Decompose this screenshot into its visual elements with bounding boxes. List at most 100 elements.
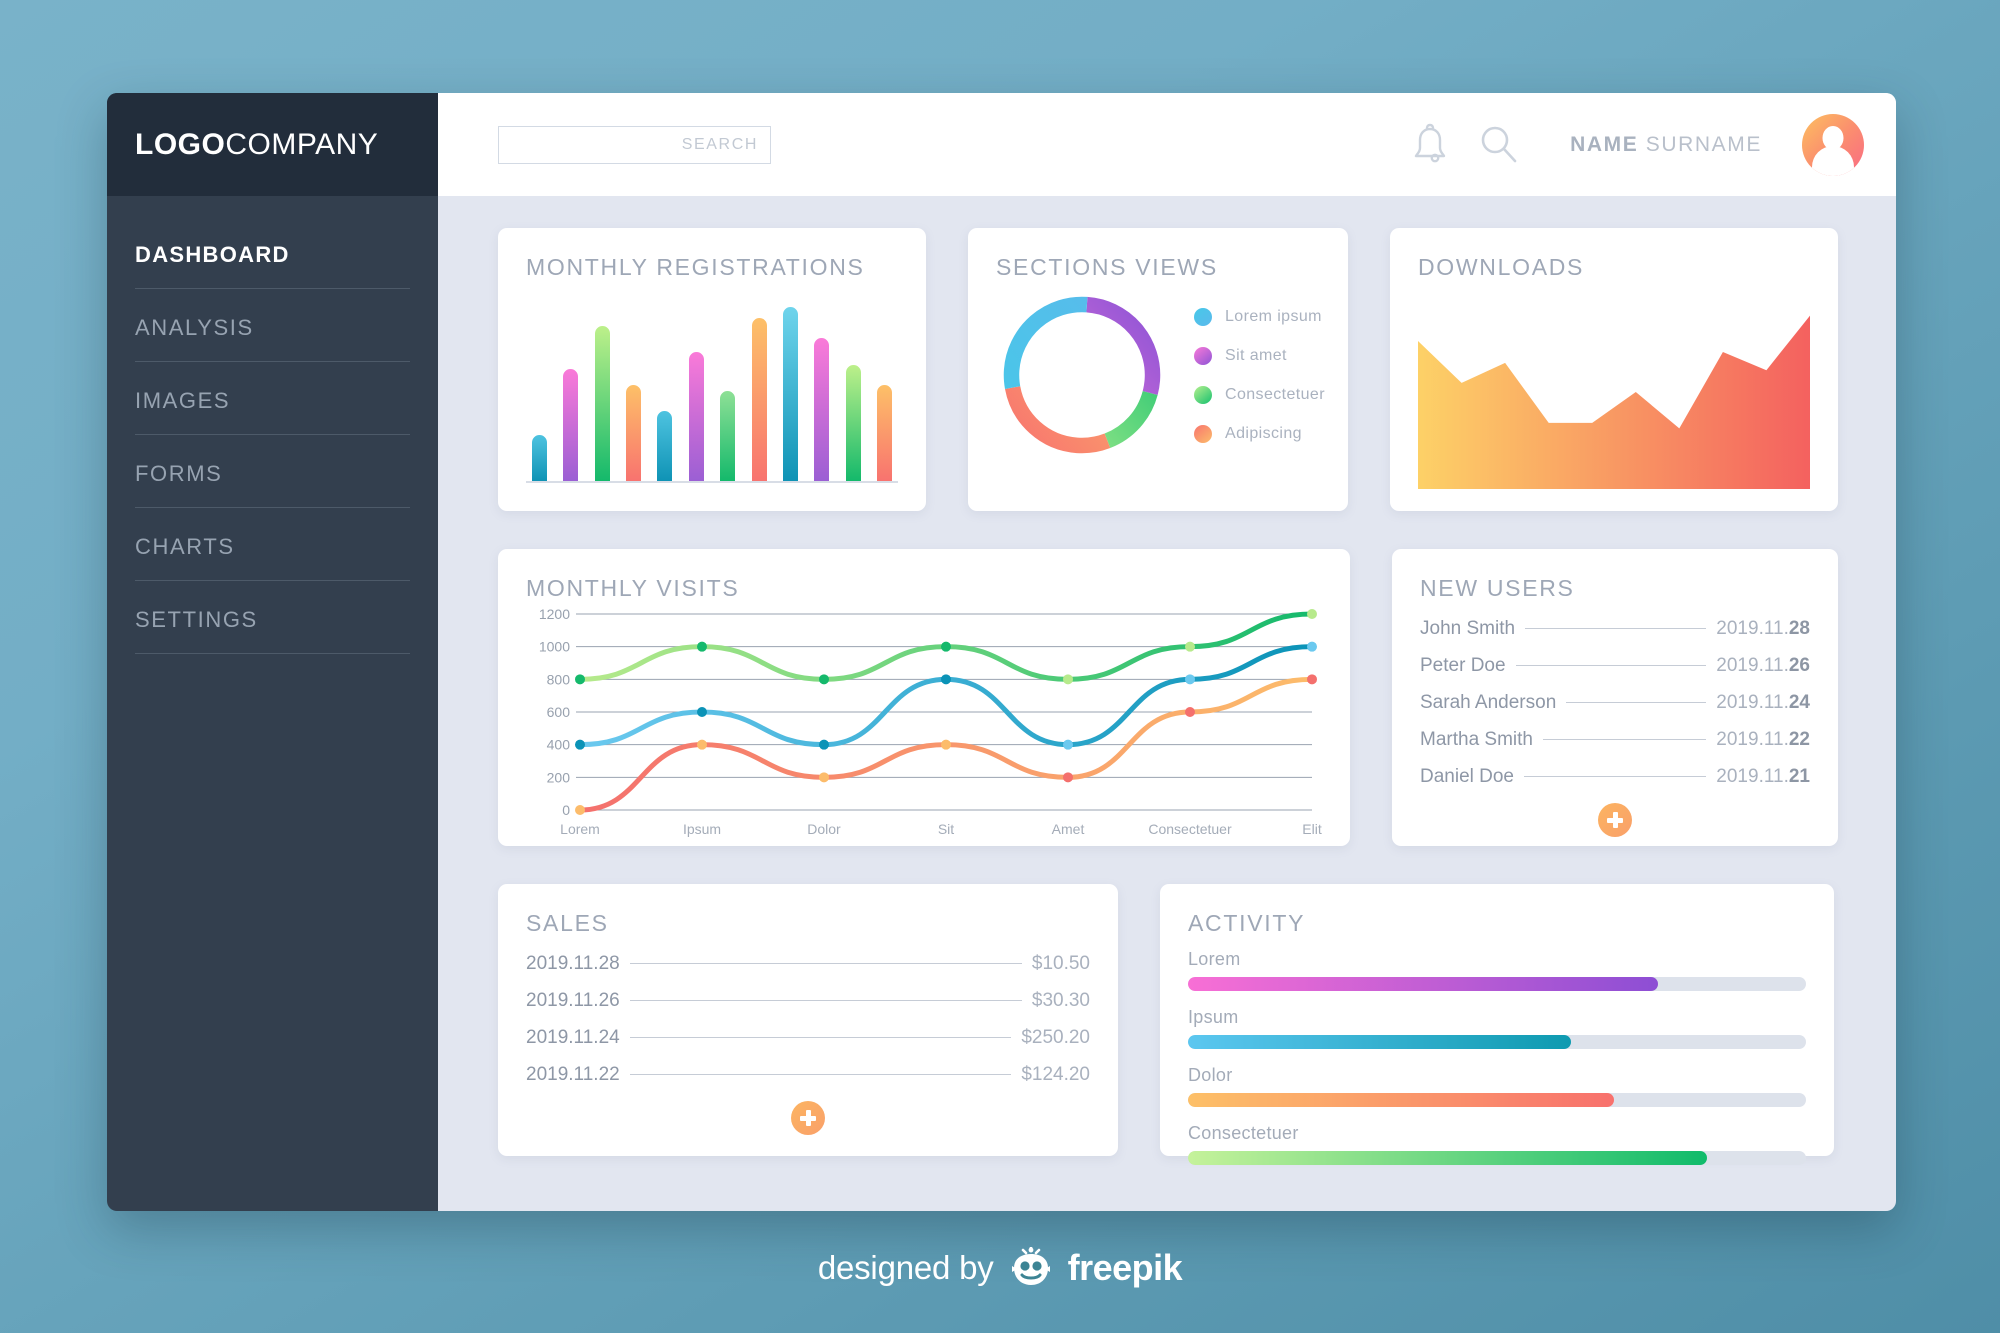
line-chart: 0 200 400 600 800 1000 1200 Lorem Ipsum Dolor Sit A… xyxy=(539,608,1322,837)
avatar-body xyxy=(1812,145,1854,176)
legend-label: Consectetuer xyxy=(1225,385,1325,403)
legend-dot xyxy=(1194,385,1212,404)
list-item[interactable]: Martha Smith 2019.11.22 xyxy=(1420,729,1810,751)
list-item[interactable]: Sarah Anderson 2019.11.24 xyxy=(1420,692,1810,714)
card-monthly-visits: MONTHLY VISITS 0 200 400 600 800 1000 1200 Lore… xyxy=(498,549,1350,846)
activity-item: Ipsum xyxy=(1188,1007,1806,1049)
main-region: NAME SURNAME MONTHLY REGISTRATIONS SECTI… xyxy=(438,93,1896,1211)
search-icon[interactable] xyxy=(1478,123,1520,167)
data-point xyxy=(819,772,829,783)
bar xyxy=(532,434,547,481)
user-date: 2019.11.28 xyxy=(1716,618,1810,639)
data-point xyxy=(697,739,707,750)
card-monthly-registrations: MONTHLY REGISTRATIONS xyxy=(498,228,926,511)
progress-fill xyxy=(1188,1151,1708,1165)
list-item[interactable]: 2019.11.28 $10.50 xyxy=(526,953,1090,975)
bar xyxy=(720,391,736,481)
row-divider xyxy=(1524,776,1707,777)
progress-track xyxy=(1188,1035,1806,1049)
list-item[interactable]: Peter Doe 2019.11.26 xyxy=(1420,655,1810,677)
bar xyxy=(688,352,704,481)
header-actions: NAME SURNAME xyxy=(1410,113,1864,176)
sidebar-item-label: IMAGES xyxy=(135,388,231,413)
sidebar-item-dashboard[interactable]: DASHBOARD xyxy=(135,238,410,289)
user-last-name: SURNAME xyxy=(1645,132,1762,156)
list-item[interactable]: Daniel Doe 2019.11.21 xyxy=(1420,766,1810,788)
data-point xyxy=(697,707,707,717)
row-bottom: SALES 2019.11.28 $10.50 2019.11.26 $30.30 20… xyxy=(498,884,1856,1165)
data-point xyxy=(819,739,829,750)
user-name[interactable]: NAME SURNAME xyxy=(1570,133,1762,157)
freepik-robot-icon xyxy=(1008,1247,1054,1289)
logo-text: LOGOCOMPANY xyxy=(135,128,378,162)
data-point xyxy=(575,674,585,685)
x-axis-tick: Lorem xyxy=(560,821,600,837)
y-axis-tick: 400 xyxy=(547,737,571,753)
bar xyxy=(626,384,642,481)
bar xyxy=(563,369,579,481)
row-top: MONTHLY REGISTRATIONS SECTIONS VIEWS Lor… xyxy=(498,228,1856,511)
y-axis-tick: 1200 xyxy=(539,608,570,622)
bell-icon[interactable] xyxy=(1410,123,1450,167)
progress-track xyxy=(1188,1151,1806,1165)
sale-amount: $250.20 xyxy=(1021,1027,1090,1048)
data-point xyxy=(1307,641,1317,652)
sale-amount: $124.20 xyxy=(1021,1064,1090,1085)
list-item[interactable]: 2019.11.24 $250.20 xyxy=(526,1027,1090,1049)
legend-label: Lorem ipsum xyxy=(1225,307,1322,325)
sidebar-item-analysis[interactable]: ANALYSIS xyxy=(135,315,410,362)
user-date: 2019.11.26 xyxy=(1716,655,1810,676)
user-name-label: Sarah Anderson xyxy=(1420,692,1557,713)
x-axis-tick: Ipsum xyxy=(683,821,721,837)
list-item[interactable]: John Smith 2019.11.28 xyxy=(1420,618,1810,640)
bar xyxy=(845,364,861,481)
data-point xyxy=(941,674,951,685)
app-window: LOGOCOMPANY DASHBOARD ANALYSIS IMAGES FO… xyxy=(107,93,1896,1211)
top-header: NAME SURNAME xyxy=(438,93,1896,196)
row-divider xyxy=(1525,628,1707,629)
sidebar-item-label: FORMS xyxy=(135,461,223,486)
legend-item: Consectetuer xyxy=(1194,385,1325,404)
data-point xyxy=(575,805,585,815)
add-sale-button[interactable] xyxy=(791,1101,825,1135)
avatar[interactable] xyxy=(1802,113,1864,176)
sale-date: 2019.11.22 xyxy=(526,1064,620,1085)
sidebar-item-label: DASHBOARD xyxy=(135,242,290,267)
footer-text: designed by xyxy=(817,1249,994,1286)
line-series xyxy=(577,644,1315,748)
y-axis-tick: 0 xyxy=(562,802,570,818)
card-new-users: NEW USERS John Smith 2019.11.28 Peter Doe 2… xyxy=(1392,549,1838,846)
user-date: 2019.11.22 xyxy=(1716,729,1810,750)
list-item[interactable]: 2019.11.26 $30.30 xyxy=(526,990,1090,1012)
list-item[interactable]: 2019.11.22 $124.20 xyxy=(526,1064,1090,1086)
legend-label: Adipiscing xyxy=(1225,424,1302,442)
sidebar: LOGOCOMPANY DASHBOARD ANALYSIS IMAGES FO… xyxy=(107,93,438,1211)
activity-label: Lorem xyxy=(1188,949,1241,969)
card-sections-views: SECTIONS VIEWS Lorem ipsum Sit amet Consec… xyxy=(968,228,1348,511)
row-divider xyxy=(629,1074,1012,1075)
sidebar-item-images[interactable]: IMAGES xyxy=(135,388,410,435)
row-divider xyxy=(1515,665,1707,666)
page-title: MONTHLY REGISTRATIONS xyxy=(526,254,865,280)
sidebar-item-label: ANALYSIS xyxy=(135,315,254,340)
area-chart xyxy=(1418,315,1810,489)
bar xyxy=(751,318,767,481)
search-input[interactable] xyxy=(499,135,758,154)
legend-item: Sit amet xyxy=(1194,346,1325,365)
page-title: DOWNLOADS xyxy=(1418,254,1585,280)
sidebar-item-forms[interactable]: FORMS xyxy=(135,461,410,508)
footer-brand: freepik xyxy=(1067,1247,1183,1288)
new-users-list: John Smith 2019.11.28 Peter Doe 2019.11.26 S… xyxy=(1420,618,1810,788)
logo-light: COMPANY xyxy=(225,127,379,161)
y-axis-tick: 600 xyxy=(547,704,571,720)
data-point xyxy=(1307,609,1317,619)
add-user-button[interactable] xyxy=(1598,803,1632,837)
logo[interactable]: LOGOCOMPANY xyxy=(107,93,438,196)
area-fill xyxy=(1418,315,1810,489)
sidebar-item-charts[interactable]: CHARTS xyxy=(135,534,410,581)
sidebar-item-settings[interactable]: SETTINGS xyxy=(135,607,410,654)
search-box[interactable] xyxy=(498,125,771,164)
user-first-name: NAME xyxy=(1570,132,1639,156)
data-point xyxy=(941,739,951,750)
user-name-label: Martha Smith xyxy=(1420,729,1533,750)
